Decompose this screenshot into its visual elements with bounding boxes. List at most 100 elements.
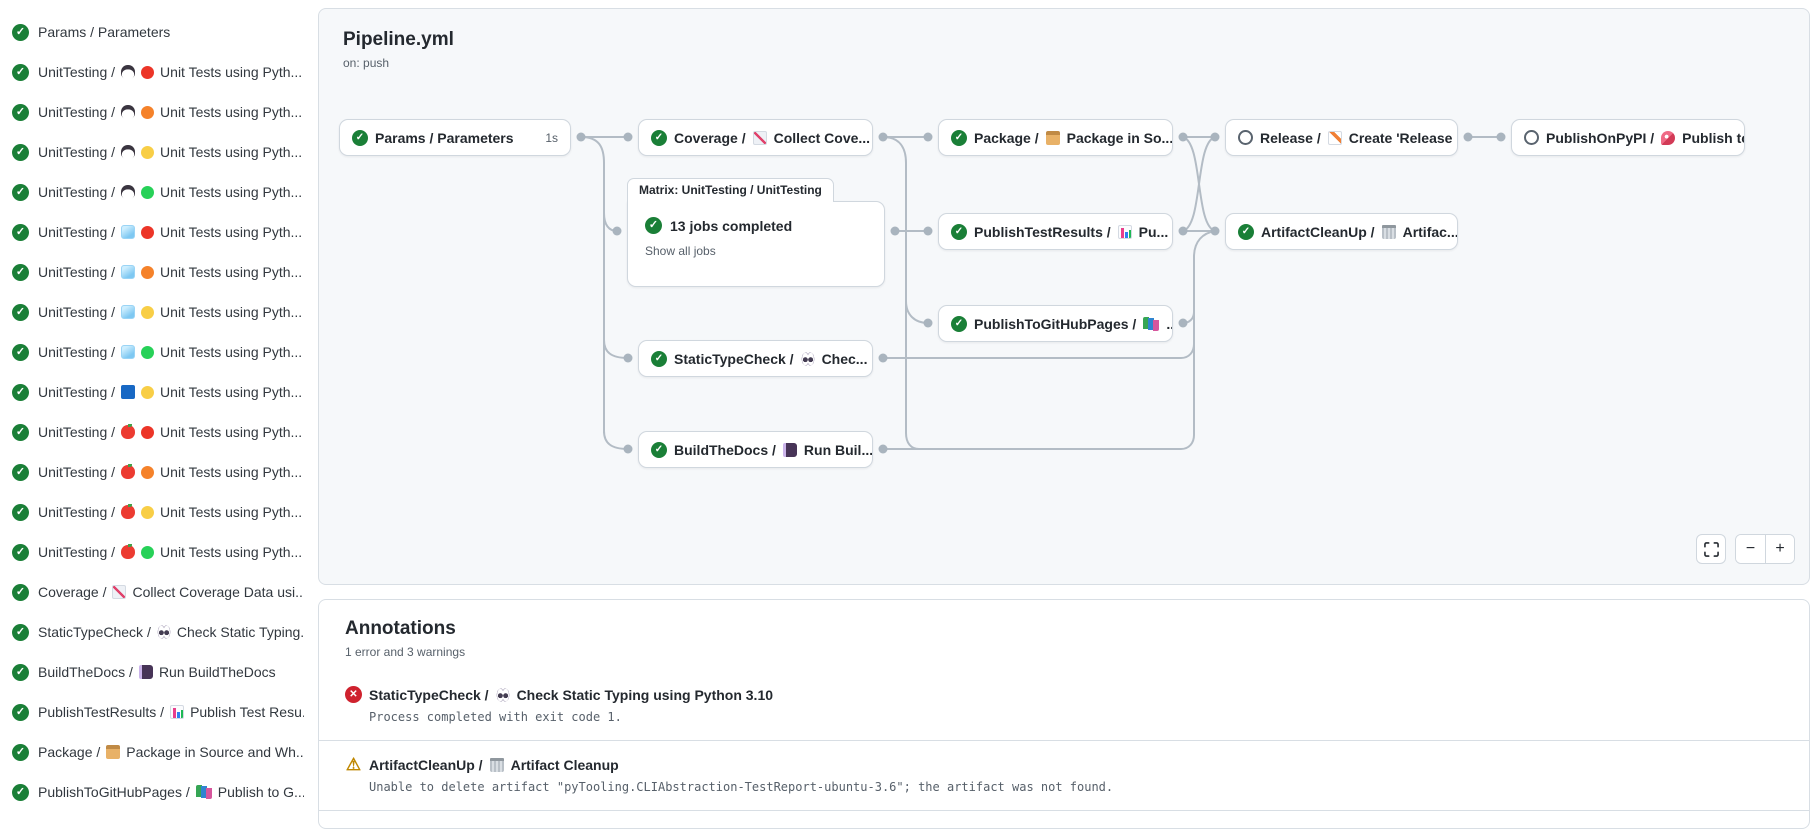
graph-node-pypi[interactable]: PublishOnPyPI /Publish to ... <box>1511 119 1745 156</box>
job-prefix: BuildTheDocs / <box>38 664 133 680</box>
job-prefix: PublishTestResults / <box>974 224 1111 240</box>
annotation-title[interactable]: ✕StaticTypeCheck /Check Static Typing us… <box>345 686 1783 703</box>
notebook-icon <box>139 665 153 679</box>
sidebar-job-item[interactable]: ✓UnitTesting /Unit Tests using Pyth... <box>0 492 312 532</box>
job-label: Unit Tests using Pyth... <box>160 144 302 160</box>
sidebar-job-item[interactable]: ✓UnitTesting /Unit Tests using Pyth... <box>0 292 312 332</box>
check-circle-icon: ✓ <box>12 104 29 121</box>
graph-node-acu[interactable]: ✓ArtifactCleanUp /Artifac...3s <box>1225 213 1458 250</box>
graph-node-stc[interactable]: ✓StaticTypeCheck /Chec...13s <box>638 340 873 377</box>
job-label: Unit Tests using Pyth... <box>160 424 302 440</box>
sidebar-job-item[interactable]: ✓PublishTestResults /Publish Test Resu..… <box>0 692 312 732</box>
graph-header: Pipeline.yml on: push <box>343 29 454 70</box>
sidebar-job-item[interactable]: ✓Package /Package in Source and Wh... <box>0 732 312 772</box>
job-label: Publish to G... <box>218 784 304 800</box>
check-circle-icon: ✓ <box>12 744 29 761</box>
package-icon <box>106 745 120 759</box>
check-circle-icon: ✓ <box>12 664 29 681</box>
job-prefix: BuildTheDocs / <box>674 442 776 458</box>
sidebar-job-item[interactable]: ✓UnitTesting /Unit Tests using Pyth... <box>0 332 312 372</box>
chart-up-icon <box>112 585 126 599</box>
sidebar-job-item[interactable]: ✓UnitTesting /Unit Tests using Pyth... <box>0 132 312 172</box>
fullscreen-icon <box>1704 542 1719 557</box>
sidebar-job-item[interactable]: ✓UnitTesting /Unit Tests using Pyth... <box>0 412 312 452</box>
sidebar-job-item[interactable]: ✓UnitTesting /Unit Tests using Pyth... <box>0 452 312 492</box>
graph-node-release[interactable]: Release /Create 'Release P... <box>1225 119 1458 156</box>
dot-orange-icon <box>141 266 154 279</box>
job-label: Pu... <box>1139 224 1169 240</box>
check-circle-icon: ✓ <box>12 24 29 41</box>
sidebar-job-item[interactable]: ✓UnitTesting /Unit Tests using Pyth... <box>0 212 312 252</box>
sidebar-job-item[interactable]: ✓UnitTesting /Unit Tests using Pyth... <box>0 252 312 292</box>
annotation-message: Process completed with exit code 1. <box>369 710 1783 724</box>
graph-node-coverage[interactable]: ✓Coverage /Collect Cove...25s <box>638 119 873 156</box>
sidebar-job-text: UnitTesting /Unit Tests using Pyth... <box>38 544 302 560</box>
job-prefix: PublishToGitHubPages / <box>38 784 190 800</box>
sidebar-job-item[interactable]: ✓UnitTesting /Unit Tests using Pyth... <box>0 52 312 92</box>
penguin-icon <box>121 145 135 159</box>
sidebar-job-text: UnitTesting /Unit Tests using Pyth... <box>38 104 302 120</box>
sidebar-job-text: Coverage /Collect Coverage Data usi... <box>38 584 304 600</box>
dot-yellow-icon <box>141 306 154 319</box>
ice-icon <box>121 345 135 359</box>
sidebar-job-item[interactable]: ✓PublishToGitHubPages /Publish to G... <box>0 772 312 812</box>
job-prefix: StaticTypeCheck / <box>674 351 794 367</box>
job-label: Check Static Typing using Python 3.10 <box>517 687 773 703</box>
workflow-edges <box>319 9 1810 584</box>
graph-node-package[interactable]: ✓Package /Package in So...25s <box>938 119 1173 156</box>
sidebar-job-text: UnitTesting / Unit Tests using Pyth... <box>38 424 302 440</box>
sidebar-job-text: UnitTesting /Unit Tests using Pyth... <box>38 464 302 480</box>
show-all-jobs-link[interactable]: Show all jobs <box>645 244 867 258</box>
annotations-title: Annotations <box>345 618 1783 640</box>
job-label: Package in Source and Wh... <box>126 744 304 760</box>
eyes-icon <box>801 352 815 366</box>
annotation-title[interactable]: ⚠ArtifactCleanUp /Artifact Cleanup <box>345 756 1783 773</box>
workflow-graph-card: Pipeline.yml on: push <box>318 8 1810 585</box>
job-prefix: UnitTesting / <box>38 504 115 520</box>
notebook-icon <box>783 443 797 457</box>
sidebar-job-item[interactable]: ✓UnitTesting /Unit Tests using Pyth... <box>0 372 312 412</box>
job-prefix: UnitTesting / <box>38 424 115 440</box>
job-label: Unit Tests using Pyth... <box>160 464 302 480</box>
duration-label: 1s <box>541 131 558 145</box>
job-label: Chec... <box>822 351 868 367</box>
graph-node-ptr[interactable]: ✓PublishTestResults /Pu...17s <box>938 213 1173 250</box>
matrix-group-tab: Matrix: UnitTesting / UnitTesting <box>627 178 834 202</box>
memo-icon <box>1328 131 1342 145</box>
graph-node-ptghp[interactable]: ✓PublishToGitHubPages /...13s <box>938 305 1173 342</box>
check-circle-icon: ✓ <box>651 351 667 367</box>
dot-green-icon <box>141 546 154 559</box>
sidebar-job-list[interactable]: ✓Params / Parameters✓UnitTesting /Unit T… <box>0 0 312 815</box>
sidebar-job-text: UnitTesting /Unit Tests using Pyth... <box>38 144 302 160</box>
ice-icon <box>121 225 135 239</box>
job-label: Collect Coverage Data usi... <box>132 584 304 600</box>
annotation-item: ✕StaticTypeCheck /Check Static Typing us… <box>319 671 1809 741</box>
graph-node-btd[interactable]: ✓BuildTheDocs /Run Buil...47s <box>638 431 873 468</box>
job-prefix: Params / Parameters <box>375 130 514 146</box>
error-icon: ✕ <box>345 686 362 703</box>
job-label: Artifac... <box>1403 224 1458 240</box>
ice-icon <box>121 305 135 319</box>
workflow-trigger: on: push <box>343 56 454 70</box>
graph-node-params[interactable]: ✓Params / Parameters1s <box>339 119 571 156</box>
dot-green-icon <box>141 186 154 199</box>
sidebar-job-text: UnitTesting /Unit Tests using Pyth... <box>38 304 302 320</box>
sidebar-job-item[interactable]: ✓Coverage /Collect Coverage Data usi... <box>0 572 312 612</box>
fullscreen-button[interactable] <box>1696 534 1726 564</box>
job-label: Run Buil... <box>804 442 873 458</box>
job-label: Collect Cove... <box>774 130 870 146</box>
job-prefix: Package / <box>974 130 1039 146</box>
zoom-in-button[interactable]: + <box>1765 535 1794 563</box>
check-circle-icon: ✓ <box>12 504 29 521</box>
job-label: Unit Tests using Pyth... <box>160 264 302 280</box>
zoom-out-button[interactable]: − <box>1736 535 1765 563</box>
sidebar-job-item[interactable]: ✓ UnitTesting /Unit Tests using Pyth... <box>0 92 312 132</box>
sidebar-job-item[interactable]: ✓UnitTesting /Unit Tests using Pyth... <box>0 172 312 212</box>
warning-icon: ⚠ <box>345 756 362 773</box>
check-circle-icon: ✓ <box>951 224 967 240</box>
annotations-list: ✕StaticTypeCheck /Check Static Typing us… <box>319 671 1809 811</box>
sidebar-job-item[interactable]: ✓Params / Parameters <box>0 12 312 52</box>
sidebar-job-item[interactable]: ✓UnitTesting /Unit Tests using Pyth... <box>0 532 312 572</box>
sidebar-job-item[interactable]: ✓BuildTheDocs /Run BuildTheDocs <box>0 652 312 692</box>
sidebar-job-item[interactable]: ✓StaticTypeCheck /Check Static Typing... <box>0 612 312 652</box>
